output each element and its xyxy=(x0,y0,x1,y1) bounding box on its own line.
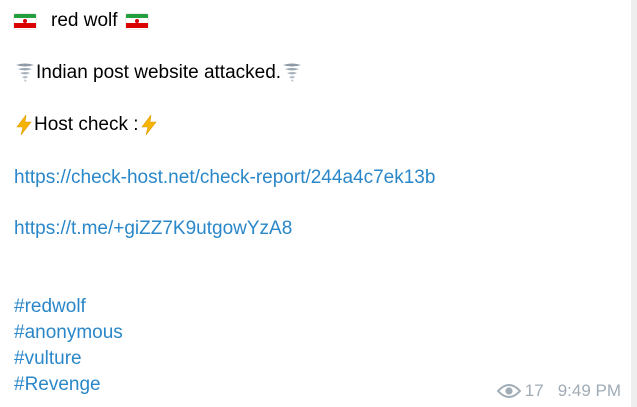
headline-line: Indian post website attacked. xyxy=(14,61,303,85)
hashtag-line: #Revenge xyxy=(14,373,101,397)
title-line: red wolf xyxy=(14,9,148,33)
hashtag-line: #vulture xyxy=(14,347,82,371)
tornado-icon xyxy=(283,63,302,82)
link-line-check-host: https://check-host.net/check-report/244a… xyxy=(14,166,435,190)
check-host-link[interactable]: https://check-host.net/check-report/244a… xyxy=(14,166,435,190)
hashtag-line: #redwolf xyxy=(14,295,86,319)
iran-flag-icon xyxy=(125,13,148,29)
hashtag-redwolf[interactable]: #redwolf xyxy=(14,295,86,319)
host-check-line: Host check : xyxy=(14,113,159,137)
lightning-bolt-icon xyxy=(140,114,157,136)
hashtag-vulture[interactable]: #vulture xyxy=(14,347,82,371)
hashtag-anonymous[interactable]: #anonymous xyxy=(14,321,123,345)
lightning-bolt-icon xyxy=(16,114,32,136)
window-edge xyxy=(631,0,637,407)
hashtag-line: #anonymous xyxy=(14,321,123,345)
message-time: 9:49 PM xyxy=(557,381,621,400)
eye-icon xyxy=(496,384,521,398)
channel-title: red wolf xyxy=(51,10,118,31)
headline-text: Indian post website attacked. xyxy=(36,62,282,83)
link-line-telegram: https://t.me/+giZZ7K9utgowYzA8 xyxy=(14,217,292,241)
host-check-label: Host check : xyxy=(34,114,139,135)
telegram-invite-link[interactable]: https://t.me/+giZZ7K9utgowYzA8 xyxy=(14,217,292,241)
tornado-icon xyxy=(16,63,34,82)
hashtag-revenge[interactable]: #Revenge xyxy=(14,373,101,397)
view-count: 17 xyxy=(524,381,544,400)
message-bubble: red wolf Indian post website attacked. H… xyxy=(0,0,631,407)
iran-flag-icon xyxy=(14,13,36,29)
message-meta: 17 9:49 PM xyxy=(496,381,621,401)
